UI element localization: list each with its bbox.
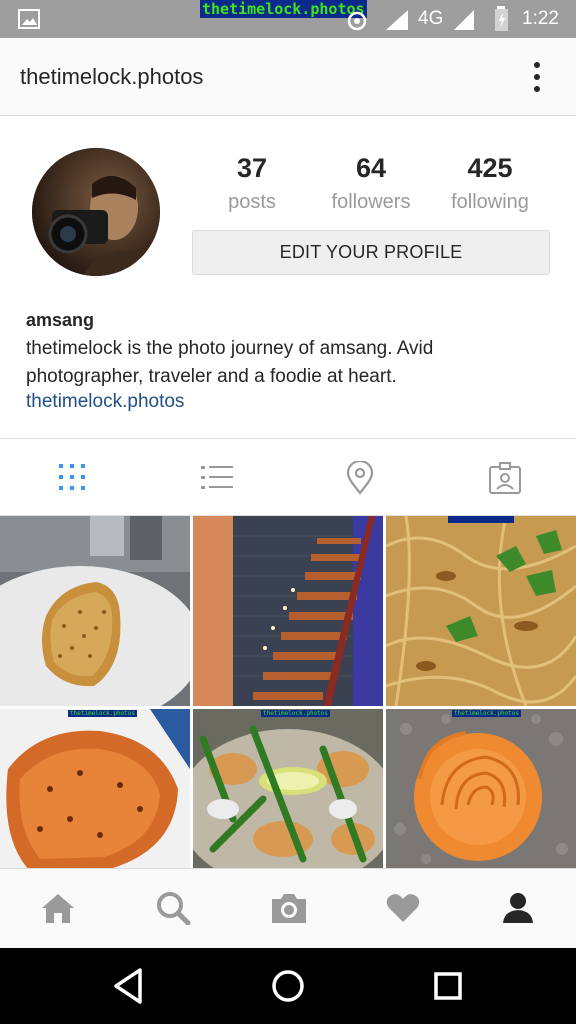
watermark: thetimelock.photos <box>200 0 367 18</box>
nav-home[interactable] <box>0 869 116 949</box>
home-button-icon[interactable] <box>266 964 310 1008</box>
bio-name: amsang <box>26 310 95 330</box>
system-nav-bar <box>0 948 576 1024</box>
recents-icon[interactable] <box>426 964 470 1008</box>
photo-toast[interactable] <box>0 516 190 706</box>
tagged-photos-icon <box>489 462 521 494</box>
stat-following-label: following <box>451 191 529 213</box>
search-icon <box>157 892 191 925</box>
stat-followers[interactable]: 64 followers <box>311 150 431 218</box>
edit-profile-button[interactable]: EDIT YOUR PROFILE <box>192 230 550 275</box>
avatar[interactable] <box>32 148 160 276</box>
photo-watermark: thetimelock.photos <box>68 710 138 717</box>
stat-following[interactable]: 425 following <box>430 150 550 218</box>
tab-tagged[interactable] <box>432 439 576 517</box>
battery-icon <box>495 6 508 31</box>
list-icon <box>201 466 233 489</box>
nav-camera[interactable] <box>230 869 346 949</box>
signal-icon <box>386 10 408 30</box>
wifi-signal-icon <box>454 10 474 30</box>
nav-search[interactable] <box>115 869 231 949</box>
image-notification-icon <box>18 9 40 29</box>
tab-grid[interactable] <box>0 439 144 517</box>
tab-location[interactable] <box>288 439 432 517</box>
profile-icon <box>503 893 533 923</box>
stat-followers-value: 64 <box>355 153 387 183</box>
photo-noodles[interactable] <box>386 516 576 706</box>
bio-website-link[interactable]: thetimelock.photos <box>26 389 184 415</box>
stat-posts[interactable]: 37 posts <box>192 150 312 218</box>
clock: 1:22 <box>522 8 559 29</box>
stat-posts-label: posts <box>228 191 276 213</box>
home-icon <box>42 894 74 923</box>
nav-activity[interactable] <box>345 869 461 949</box>
heart-icon <box>386 894 420 922</box>
profile-view-tabs <box>0 438 576 516</box>
sync-icon <box>347 11 367 31</box>
network-type: 4G <box>418 8 444 29</box>
photo-watermark: thetimelock.photos <box>261 710 331 717</box>
back-icon[interactable] <box>106 964 150 1008</box>
photo-staircase[interactable] <box>193 516 383 706</box>
nav-profile[interactable] <box>460 869 576 949</box>
stat-posts-value: 37 <box>236 153 268 183</box>
stat-following-value: 425 <box>467 153 513 183</box>
location-pin-icon <box>346 461 374 495</box>
bio-text-line-2: photographer, traveler and a foodie at h… <box>26 366 397 387</box>
photo-watermark: thetimelock.photos <box>452 710 522 717</box>
app-bar: thetimelock.photos <box>0 38 576 116</box>
status-bar: thetimelock.photos 4G 1:22 <box>0 0 576 38</box>
bottom-nav <box>0 868 576 948</box>
stat-followers-label: followers <box>331 191 411 213</box>
more-vert-icon[interactable] <box>524 60 550 94</box>
app-title: thetimelock.photos <box>20 64 204 89</box>
camera-icon <box>272 894 306 923</box>
bio-text-line-1: thetimelock is the photo journey of amsa… <box>26 338 434 359</box>
grid-icon <box>59 464 85 490</box>
tab-list[interactable] <box>144 439 288 517</box>
